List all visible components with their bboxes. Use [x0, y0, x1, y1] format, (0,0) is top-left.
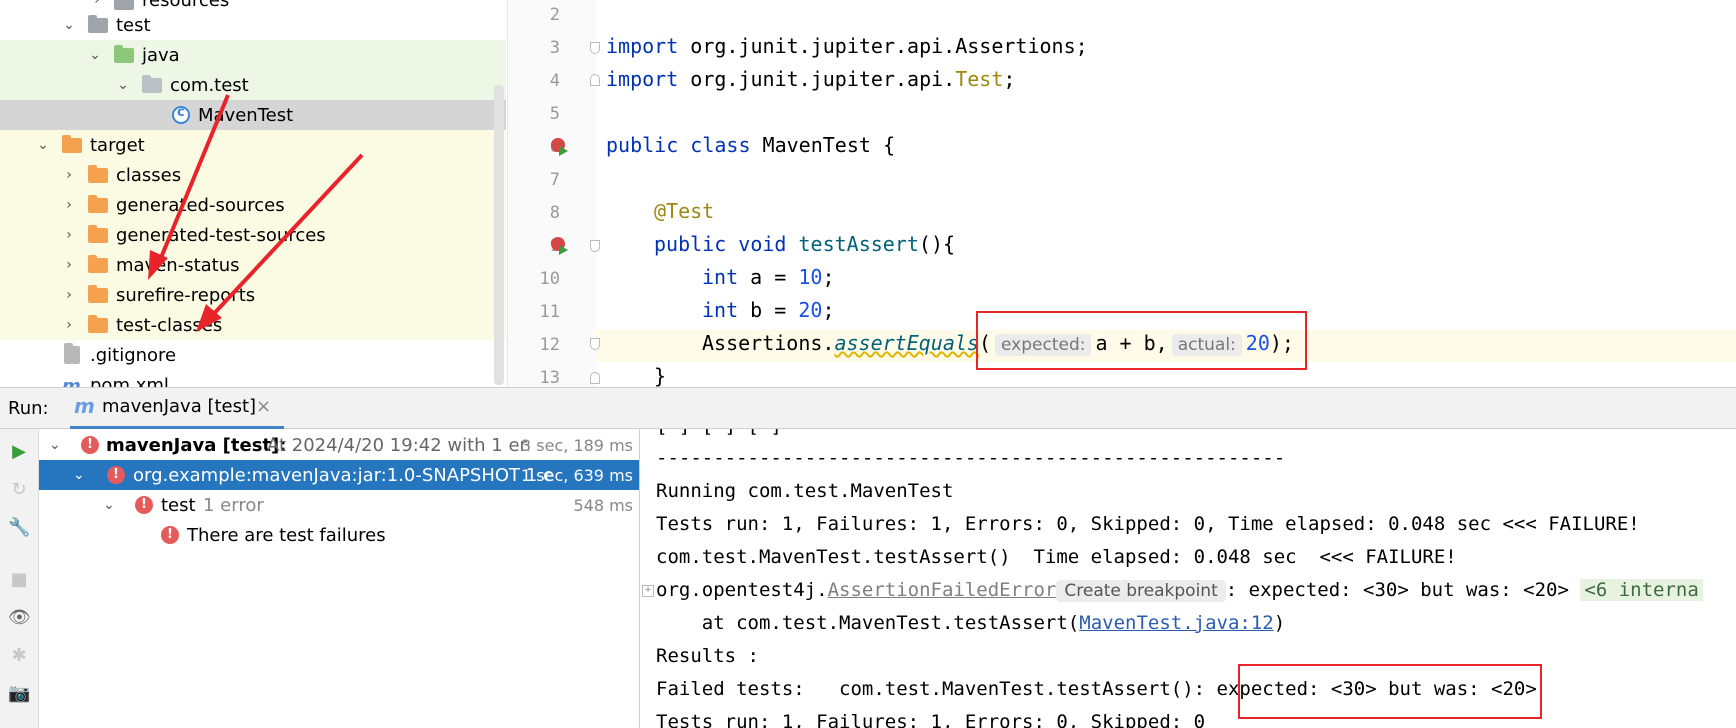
- fold-marker-icon[interactable]: [590, 372, 600, 384]
- line-number: 8: [549, 203, 560, 223]
- console-line: Tests run: 1, Failures: 1, Errors: 0, Sk…: [656, 513, 1640, 535]
- chevron-down-icon[interactable]: ⌄: [73, 467, 85, 483]
- console-line: Results :: [656, 645, 759, 667]
- rerun-icon[interactable]: ▶: [8, 441, 30, 463]
- stop-icon[interactable]: ■: [8, 569, 30, 591]
- tab-mavenjava-test[interactable]: m mavenJava [test] ×: [70, 388, 284, 429]
- fold-marker-icon[interactable]: [590, 338, 600, 350]
- console-line-at: at com.test.MavenTest.testAssert(MavenTe…: [656, 612, 1286, 634]
- wrench-icon[interactable]: 🔧: [8, 517, 30, 539]
- maven-icon: m: [74, 394, 95, 418]
- fold-marker-icon[interactable]: [590, 240, 600, 252]
- create-breakpoint-button[interactable]: Create breakpoint: [1056, 580, 1226, 602]
- code-line-13: }: [654, 364, 667, 387]
- chevron-down-icon[interactable]: ⌄: [103, 497, 115, 513]
- console-line-error: org.opentest4j.AssertionFailedError Creat…: [656, 579, 1703, 602]
- line-number: 2: [549, 5, 560, 25]
- tree-row-artifact[interactable]: ⌄ ! org.example:mavenJava:jar:1.0-SNAPSH…: [39, 460, 639, 490]
- line-number: 10: [539, 269, 560, 289]
- project-tree: › resources ⌄ test ⌄ java ⌄ com.test Mav…: [0, 0, 506, 387]
- run-test-error-icon[interactable]: [551, 237, 568, 255]
- code-line-9: public void testAssert(){: [654, 232, 956, 256]
- line-number: 7: [549, 170, 560, 190]
- code-editor[interactable]: 2 3 4 5 6 7 8 9 10 11 12 13 import org.j…: [507, 0, 1736, 387]
- error-icon: !: [135, 496, 153, 514]
- camera-icon[interactable]: 📷: [8, 683, 30, 705]
- error-icon: !: [107, 466, 125, 484]
- line-number: 11: [539, 302, 560, 322]
- run-toolbar: Run: m mavenJava [test] ×: [0, 387, 1736, 429]
- eye-icon[interactable]: 👁: [8, 607, 31, 629]
- error-icon: !: [81, 436, 99, 454]
- red-highlight-box: [976, 311, 1307, 370]
- code-line-10: int a = 10;: [702, 265, 835, 289]
- line-number: 3: [549, 38, 560, 58]
- source-link[interactable]: MavenTest.java:12: [1079, 612, 1273, 634]
- run-test-error-icon[interactable]: [551, 138, 568, 156]
- run-label: Run:: [8, 398, 49, 419]
- line-number: 5: [549, 104, 560, 124]
- red-arrows-annotation: [148, 94, 364, 332]
- console-line: [ ] [ ] [ ]: [656, 429, 782, 437]
- error-icon: !: [161, 526, 179, 544]
- code-line-8: @Test: [654, 199, 715, 223]
- close-tab-icon[interactable]: ×: [256, 396, 271, 417]
- console-line: Tests run: 1, Failures: 1, Errors: 0, Sk…: [656, 711, 1206, 728]
- internal-lines-fold[interactable]: <6 interna: [1580, 579, 1703, 601]
- code-line-4: import org.junit.jupiter.api.Test;: [606, 67, 1016, 91]
- console-output[interactable]: [ ] [ ] [ ] ----------------------------…: [640, 429, 1736, 728]
- code-line-6: public class MavenTest {: [606, 133, 895, 157]
- console-line: Running com.test.MavenTest: [656, 480, 954, 502]
- fold-marker-icon[interactable]: [590, 42, 600, 54]
- run-tool-strip: ▶ ↻ 🔧 ■ 👁 ✱ 📷: [0, 429, 39, 728]
- red-highlight-box: [1238, 664, 1542, 719]
- rerun-failed-icon[interactable]: ↻: [8, 479, 30, 501]
- debug-icon[interactable]: ✱: [8, 645, 30, 667]
- editor-gutter: [508, 0, 596, 387]
- line-number: 13: [539, 368, 560, 387]
- fold-marker-icon[interactable]: [590, 74, 600, 86]
- code-line-11: int b = 20;: [702, 298, 835, 322]
- line-number: 4: [549, 71, 560, 91]
- tree-row-failures[interactable]: ! There are test failures: [39, 520, 639, 550]
- code-line-3: import org.junit.jupiter.api.Assertions;: [606, 34, 1088, 58]
- console-line: com.test.MavenTest.testAssert() Time ela…: [656, 546, 1457, 568]
- line-number: 12: [539, 335, 560, 355]
- chevron-down-icon[interactable]: ⌄: [49, 437, 61, 453]
- tree-row-mavenjava[interactable]: ⌄ ! mavenJava [test]: At 2024/4/20 19:42…: [39, 430, 639, 460]
- expand-icon[interactable]: +: [642, 585, 654, 597]
- console-line: ----------------------------------------…: [656, 447, 1286, 469]
- tree-row-test[interactable]: ⌄ ! test 1 error 548 ms: [39, 490, 639, 520]
- test-results-tree: ⌄ ! mavenJava [test]: At 2024/4/20 19:42…: [39, 429, 640, 728]
